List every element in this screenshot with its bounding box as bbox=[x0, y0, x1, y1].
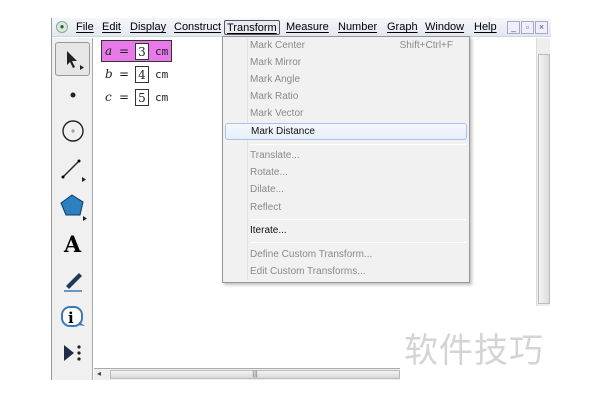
segment-icon bbox=[61, 159, 86, 182]
measurement-a[interactable]: a = 3 cm bbox=[100, 40, 173, 62]
app-icon[interactable]: ● bbox=[56, 21, 68, 33]
variable-name: a bbox=[105, 44, 113, 58]
equals: = bbox=[119, 67, 130, 81]
marker-icon bbox=[63, 273, 82, 292]
menu-transform[interactable]: Transform bbox=[224, 20, 280, 35]
menu-item-rotate[interactable]: Rotate... bbox=[225, 164, 467, 181]
menu-file[interactable]: File bbox=[74, 20, 96, 35]
circle-icon bbox=[61, 120, 84, 142]
menu-construct[interactable]: Construct bbox=[172, 20, 223, 35]
variable-name: b bbox=[105, 67, 113, 81]
svg-text:i: i bbox=[68, 309, 74, 327]
menu-measure[interactable]: Measure bbox=[284, 20, 331, 35]
menu-item-dilate[interactable]: Dilate... bbox=[225, 181, 467, 198]
menu-display[interactable]: Display bbox=[128, 20, 168, 35]
menu-item-mark-vector[interactable]: Mark Vector bbox=[225, 105, 467, 122]
vertical-scroll-thumb[interactable] bbox=[538, 54, 550, 304]
menu-item-translate[interactable]: Translate... bbox=[225, 147, 467, 164]
text-icon: A bbox=[63, 232, 82, 258]
polygon-icon bbox=[59, 194, 87, 221]
transform-menu: Mark Center Shift+Ctrl+F Mark Mirror Mark… bbox=[222, 36, 470, 283]
marker-tool[interactable] bbox=[55, 264, 90, 298]
unit: cm bbox=[155, 67, 169, 81]
menu-help[interactable]: Help bbox=[472, 20, 499, 35]
compass-tool[interactable] bbox=[55, 114, 90, 148]
minimize-button[interactable]: _ bbox=[507, 21, 520, 34]
menu-bar: ● File Edit Display Construct Transform … bbox=[52, 18, 551, 37]
equals: = bbox=[119, 44, 130, 58]
menu-item-define-custom-transform[interactable]: Define Custom Transform... bbox=[225, 246, 467, 263]
point-tool[interactable] bbox=[55, 78, 90, 112]
arrow-tool[interactable] bbox=[55, 42, 90, 76]
menu-item-iterate[interactable]: Iterate... bbox=[225, 222, 467, 239]
measurement-b[interactable]: b = 4 cm bbox=[102, 64, 171, 84]
menu-item-mark-angle[interactable]: Mark Angle bbox=[225, 71, 467, 88]
variable-name: c bbox=[105, 90, 112, 104]
menu-edit[interactable]: Edit bbox=[100, 20, 123, 35]
menu-item-label: Mark Center bbox=[250, 40, 306, 51]
menu-window[interactable]: Window bbox=[423, 20, 466, 35]
menu-item-mark-ratio[interactable]: Mark Ratio bbox=[225, 88, 467, 105]
info-icon: i bbox=[60, 306, 85, 327]
arrow-icon bbox=[66, 51, 84, 70]
unit: cm bbox=[155, 44, 169, 58]
equals: = bbox=[119, 90, 130, 104]
menu-item-mark-distance[interactable]: Mark Distance bbox=[225, 123, 467, 140]
custom-tool-icon bbox=[63, 345, 81, 361]
custom-tool[interactable] bbox=[55, 336, 90, 370]
menu-item-reflect[interactable]: Reflect bbox=[225, 199, 467, 216]
close-button[interactable]: × bbox=[535, 21, 548, 34]
text-tool[interactable]: A bbox=[55, 228, 90, 262]
menu-item-mark-center[interactable]: Mark Center Shift+Ctrl+F bbox=[225, 37, 467, 54]
straightedge-tool[interactable] bbox=[55, 152, 90, 186]
polygon-tool[interactable] bbox=[55, 190, 90, 224]
value-box[interactable]: 5 bbox=[135, 88, 149, 106]
horizontal-scrollbar[interactable]: ◂ ||| bbox=[94, 368, 400, 380]
unit: cm bbox=[155, 90, 169, 104]
measurement-c[interactable]: c = 5 cm bbox=[102, 87, 171, 107]
menu-separator bbox=[250, 219, 466, 220]
vertical-scrollbar[interactable] bbox=[536, 38, 550, 306]
information-tool[interactable]: i bbox=[55, 300, 90, 334]
menu-item-mark-mirror[interactable]: Mark Mirror bbox=[225, 54, 467, 71]
scroll-left-icon[interactable]: ◂ bbox=[97, 369, 101, 378]
menu-number[interactable]: Number bbox=[336, 20, 379, 35]
point-icon bbox=[70, 92, 75, 98]
value-box[interactable]: 4 bbox=[135, 65, 149, 83]
toolbox: A i bbox=[52, 38, 93, 380]
menu-separator bbox=[250, 242, 466, 243]
watermark: 软件技巧 bbox=[404, 331, 544, 371]
menu-graph[interactable]: Graph bbox=[385, 20, 420, 35]
horizontal-scroll-thumb[interactable]: ||| bbox=[110, 370, 400, 379]
shortcut-label: Shift+Ctrl+F bbox=[399, 40, 453, 51]
menu-item-edit-custom-transforms[interactable]: Edit Custom Transforms... bbox=[225, 263, 467, 280]
menu-separator bbox=[250, 144, 466, 145]
value-box[interactable]: 3 bbox=[135, 42, 149, 60]
restore-button[interactable]: ▫ bbox=[521, 21, 534, 34]
